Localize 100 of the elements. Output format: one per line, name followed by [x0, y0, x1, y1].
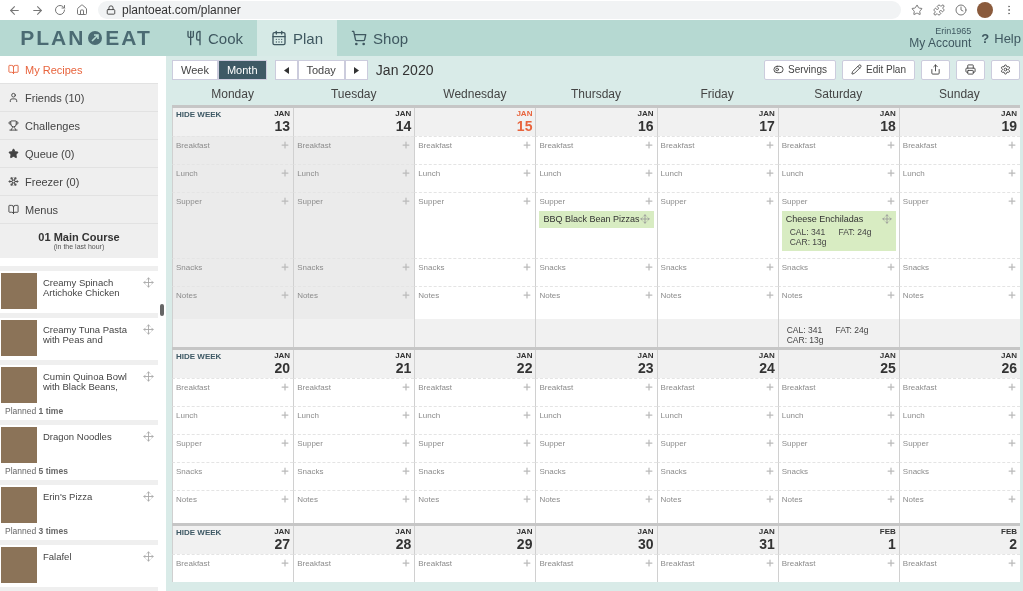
reload-icon[interactable]	[54, 4, 66, 16]
add-icon[interactable]	[643, 466, 654, 476]
add-icon[interactable]	[764, 494, 775, 504]
add-icon[interactable]	[280, 466, 291, 476]
meal-slot[interactable]: Breakfast	[777, 378, 899, 406]
meal-slot[interactable]: Snacks	[293, 462, 415, 490]
meal-slot[interactable]: Supper	[172, 192, 294, 258]
meal-slot[interactable]: Lunch	[898, 406, 1020, 434]
add-icon[interactable]	[401, 140, 412, 150]
meal-slot[interactable]: Supper	[414, 434, 536, 462]
today-button[interactable]: Today	[297, 59, 345, 80]
meal-slot[interactable]: Lunch	[535, 164, 657, 192]
add-icon[interactable]	[1007, 558, 1017, 568]
meal-slot[interactable]: Lunch	[656, 406, 778, 434]
meal-slot[interactable]: Snacks	[414, 258, 536, 286]
meal-slot[interactable]: Notes	[535, 490, 657, 523]
meal-slot[interactable]: Supper	[293, 434, 415, 462]
meal-slot[interactable]: Breakfast	[656, 136, 778, 164]
add-icon[interactable]	[522, 196, 533, 206]
add-icon[interactable]	[764, 290, 775, 300]
add-icon[interactable]	[643, 558, 654, 568]
add-icon[interactable]	[643, 168, 654, 178]
home-icon[interactable]	[76, 4, 88, 16]
meal-slot[interactable]: Supper	[898, 434, 1020, 462]
drag-handle-icon[interactable]	[143, 491, 154, 502]
add-icon[interactable]	[401, 290, 412, 300]
meal-slot[interactable]: Lunch	[172, 164, 294, 192]
add-icon[interactable]	[1007, 262, 1017, 272]
meal-slot[interactable]: Breakfast	[293, 554, 415, 582]
meal-slot[interactable]: Breakfast	[777, 136, 899, 164]
meal-slot[interactable]: Breakfast	[535, 136, 657, 164]
add-icon[interactable]	[764, 466, 775, 476]
add-icon[interactable]	[764, 438, 775, 448]
recipe-card[interactable]: Creamy Spinach Artichoke Chicken	[0, 271, 158, 313]
meal-slot[interactable]: Breakfast	[293, 378, 415, 406]
add-icon[interactable]	[1007, 382, 1017, 392]
meal-slot[interactable]: Notes	[777, 490, 899, 523]
add-icon[interactable]	[522, 140, 533, 150]
add-icon[interactable]	[522, 438, 533, 448]
meal-slot[interactable]: Supper BBQ Black Bean Pizzas	[535, 192, 657, 258]
add-icon[interactable]	[885, 438, 896, 448]
meal-slot[interactable]: Snacks	[777, 258, 899, 286]
drag-handle-icon[interactable]	[143, 277, 154, 288]
meal-slot[interactable]: Lunch	[898, 164, 1020, 192]
add-icon[interactable]	[764, 262, 775, 272]
add-icon[interactable]	[1007, 410, 1017, 420]
meal-slot[interactable]: Snacks	[293, 258, 415, 286]
recipe-card[interactable]: Cumin Quinoa Bowl with Black Beans, Planned 1 time	[0, 365, 158, 420]
meal-slot[interactable]: Notes	[777, 286, 899, 319]
meal-slot[interactable]: Notes	[293, 286, 415, 319]
add-icon[interactable]	[401, 196, 412, 206]
meal-slot[interactable]: Notes	[656, 286, 778, 319]
meal-slot[interactable]: Lunch	[414, 406, 536, 434]
add-icon[interactable]	[280, 382, 291, 392]
add-icon[interactable]	[280, 140, 291, 150]
meal-slot[interactable]: Snacks	[656, 462, 778, 490]
view-toggle[interactable]: Week	[172, 59, 218, 80]
add-icon[interactable]	[280, 262, 291, 272]
add-icon[interactable]	[764, 410, 775, 420]
add-icon[interactable]	[401, 558, 412, 568]
add-icon[interactable]	[643, 494, 654, 504]
print-button[interactable]	[956, 59, 985, 80]
help-link[interactable]: ? Help	[981, 30, 1021, 46]
drag-handle-icon[interactable]	[143, 551, 154, 562]
recipe-card[interactable]: Creamy Tuna Pasta with Peas and	[0, 318, 158, 360]
recipe-card[interactable]: Erin's Pizza Planned 3 times	[0, 485, 158, 540]
meal-slot[interactable]: Notes	[656, 490, 778, 523]
meal-slot[interactable]: Snacks	[898, 462, 1020, 490]
add-icon[interactable]	[401, 382, 412, 392]
add-icon[interactable]	[885, 382, 896, 392]
recipe-card[interactable]: Falafel	[0, 545, 158, 587]
meal-slot[interactable]: Supper Cheese Enchiladas CAL: 341 FAT: 24g CAR: 13g	[777, 192, 899, 258]
add-icon[interactable]	[643, 438, 654, 448]
add-icon[interactable]	[885, 168, 896, 178]
meal-slot[interactable]: Snacks	[535, 462, 657, 490]
add-icon[interactable]	[1007, 494, 1017, 504]
meal-slot[interactable]: Notes	[172, 490, 294, 523]
meal-slot[interactable]: Supper	[293, 192, 415, 258]
add-icon[interactable]	[885, 140, 896, 150]
add-icon[interactable]	[1007, 290, 1017, 300]
toolbar-button[interactable]: Servings	[764, 59, 836, 80]
add-icon[interactable]	[764, 140, 775, 150]
meal-slot[interactable]: Supper	[777, 434, 899, 462]
meal-slot[interactable]: Supper	[535, 434, 657, 462]
add-icon[interactable]	[280, 438, 291, 448]
meal-slot[interactable]: Breakfast	[656, 378, 778, 406]
add-icon[interactable]	[280, 290, 291, 300]
meal-slot[interactable]: Snacks	[777, 462, 899, 490]
add-icon[interactable]	[1007, 466, 1017, 476]
add-icon[interactable]	[643, 262, 654, 272]
meal-slot[interactable]: Snacks	[172, 462, 294, 490]
profile-avatar[interactable]	[977, 2, 993, 18]
meal-slot[interactable]: Breakfast	[414, 554, 536, 582]
meal-slot[interactable]: Breakfast	[656, 554, 778, 582]
add-icon[interactable]	[764, 196, 775, 206]
meal-slot[interactable]: Breakfast	[414, 136, 536, 164]
forward-icon[interactable]	[31, 3, 44, 17]
meal-slot[interactable]: Breakfast	[172, 136, 294, 164]
meal-slot[interactable]: Snacks	[898, 258, 1020, 286]
meal-slot[interactable]: Lunch	[293, 164, 415, 192]
